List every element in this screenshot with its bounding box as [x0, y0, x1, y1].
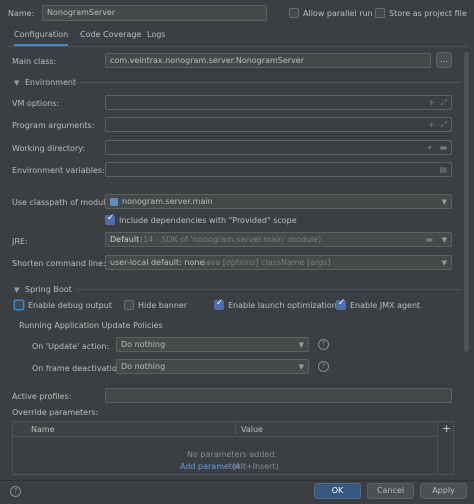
expand-icon[interactable]: ⤢	[441, 120, 447, 130]
enable-launch-optimization-label: Enable launch optimization	[228, 301, 337, 310]
cancel-label: Cancel	[376, 486, 405, 495]
chevron-down-icon: ▼	[441, 198, 447, 206]
main-class-input[interactable]: com.veintrax.nonogram.server.NonogramSer…	[105, 53, 431, 68]
jre-value-detail: (14 - SDK of 'nonogram.server.main' modu…	[140, 235, 322, 244]
enable-jmx-agent-label: Enable JMX agent	[350, 301, 421, 310]
classpath-select[interactable]: nonogram.server.main ▼	[105, 194, 452, 209]
spring-boot-collapse-icon[interactable]: ▼	[14, 286, 19, 294]
expand-icon[interactable]: ⤢	[441, 98, 447, 108]
folder-icon[interactable]: ▬	[425, 235, 433, 245]
add-icon[interactable]: +	[428, 120, 435, 130]
chevron-down-icon: ▼	[298, 341, 304, 349]
jre-select[interactable]: Default (14 - SDK of 'nonogram.server.ma…	[105, 232, 452, 247]
jre-label: JRE:	[12, 237, 28, 246]
on-update-value: Do nothing	[121, 340, 166, 349]
classpath-label: Use classpath of module:	[12, 198, 114, 207]
folder-icon[interactable]: ▬	[439, 143, 447, 153]
on-frame-deactivation-label: On frame deactivation:	[32, 364, 125, 373]
shorten-command-select[interactable]: user-local default: none - java [options…	[105, 255, 452, 270]
on-update-select[interactable]: Do nothing ▼	[116, 337, 309, 352]
store-as-file-checkbox[interactable]	[375, 8, 385, 18]
working-directory-input[interactable]: + ▬	[105, 140, 452, 155]
active-profiles-label: Active profiles:	[12, 392, 72, 401]
enable-launch-optimization-checkbox[interactable]	[214, 298, 224, 310]
hide-banner-label: Hide banner	[138, 301, 188, 310]
vm-options-input[interactable]: + ⤢	[105, 95, 452, 110]
parameters-table-header: Name Value	[13, 422, 437, 437]
spring-boot-section-title: Spring Boot	[25, 285, 72, 294]
environment-section-title: Environment	[25, 78, 77, 87]
environment-divider	[76, 82, 461, 83]
on-update-label: On 'Update' action:	[32, 342, 110, 351]
cancel-button[interactable]: Cancel	[367, 483, 414, 499]
include-provided-checkbox[interactable]	[105, 213, 115, 225]
store-as-file-label: Store as project file	[389, 9, 467, 18]
main-class-label: Main class:	[12, 57, 57, 66]
ok-button[interactable]: OK	[314, 483, 361, 499]
column-divider	[235, 422, 236, 437]
add-parameter-shortcut: (Alt+Insert)	[232, 462, 279, 471]
program-arguments-input[interactable]: + ⤢	[105, 117, 452, 132]
chevron-down-icon: ▼	[298, 363, 304, 371]
tab-code-coverage-label: Code Coverage	[80, 30, 142, 39]
no-parameters-text: No parameters added.	[187, 450, 277, 459]
add-icon[interactable]: +	[442, 422, 451, 435]
spring-boot-divider	[76, 289, 461, 290]
table-toolbar: +	[437, 422, 454, 475]
add-icon[interactable]: +	[428, 98, 435, 108]
tab-logs[interactable]: Logs	[147, 30, 165, 46]
scrollbar-thumb[interactable]	[464, 52, 469, 352]
jre-value: Default	[110, 235, 140, 244]
module-icon	[110, 198, 118, 206]
name-label: Name:	[8, 9, 35, 18]
main-class-browse-button[interactable]: ...	[436, 52, 452, 68]
document-icon[interactable]: ▤	[439, 165, 447, 175]
vm-options-label: VM options:	[12, 99, 60, 108]
override-parameters-label: Override parameters:	[12, 408, 99, 417]
name-input-value: NonogramServer	[47, 8, 116, 17]
enable-debug-output-label: Enable debug output	[28, 301, 112, 310]
hide-banner-checkbox[interactable]	[124, 300, 134, 310]
environment-variables-label: Environment variables:	[12, 166, 105, 175]
include-provided-label: Include dependencies with "Provided" sco…	[119, 216, 297, 225]
classpath-value: nonogram.server.main	[122, 197, 213, 206]
update-policies-title: Running Application Update Policies	[19, 321, 163, 330]
column-value-header[interactable]: Value	[241, 425, 263, 434]
program-arguments-label: Program arguments:	[12, 121, 95, 130]
parameters-table: Name Value + No parameters added. Add pa…	[12, 421, 454, 475]
shorten-command-value: user-local default: none	[110, 258, 205, 267]
apply-label: Apply	[432, 486, 455, 495]
tab-configuration-label: Configuration	[14, 30, 69, 39]
allow-parallel-checkbox[interactable]	[289, 8, 299, 18]
enable-jmx-agent-checkbox[interactable]	[336, 298, 346, 310]
ok-label: OK	[331, 486, 344, 495]
main-class-value: com.veintrax.nonogram.server.NonogramSer…	[110, 56, 304, 65]
tab-code-coverage[interactable]: Code Coverage	[80, 30, 141, 46]
allow-parallel-label: Allow parallel run	[303, 9, 373, 18]
tab-logs-label: Logs	[147, 30, 166, 39]
on-frame-deactivation-select[interactable]: Do nothing ▼	[116, 359, 309, 374]
browse-label: ...	[440, 55, 448, 64]
help-icon[interactable]: ?	[318, 361, 329, 372]
tabs-divider	[6, 46, 468, 47]
shorten-command-label: Shorten command line:	[12, 259, 106, 268]
on-frame-deactivation-value: Do nothing	[121, 362, 166, 371]
tab-configuration[interactable]: Configuration	[14, 30, 68, 46]
add-icon[interactable]: +	[426, 143, 433, 153]
help-icon[interactable]: ?	[10, 486, 21, 497]
shorten-command-detail: - java [options] className [args]	[198, 258, 331, 267]
enable-debug-output-checkbox[interactable]	[14, 300, 24, 310]
environment-variables-input[interactable]: ▤	[105, 162, 452, 177]
help-icon[interactable]: ?	[318, 339, 329, 350]
apply-button[interactable]: Apply	[420, 483, 467, 499]
name-input[interactable]: NonogramServer	[42, 5, 267, 21]
environment-collapse-icon[interactable]: ▼	[14, 79, 19, 87]
column-name-header[interactable]: Name	[31, 425, 55, 434]
chevron-down-icon: ▼	[441, 236, 447, 244]
chevron-down-icon: ▼	[441, 259, 447, 267]
active-profiles-input[interactable]	[105, 388, 452, 403]
working-directory-label: Working directory:	[12, 144, 86, 153]
